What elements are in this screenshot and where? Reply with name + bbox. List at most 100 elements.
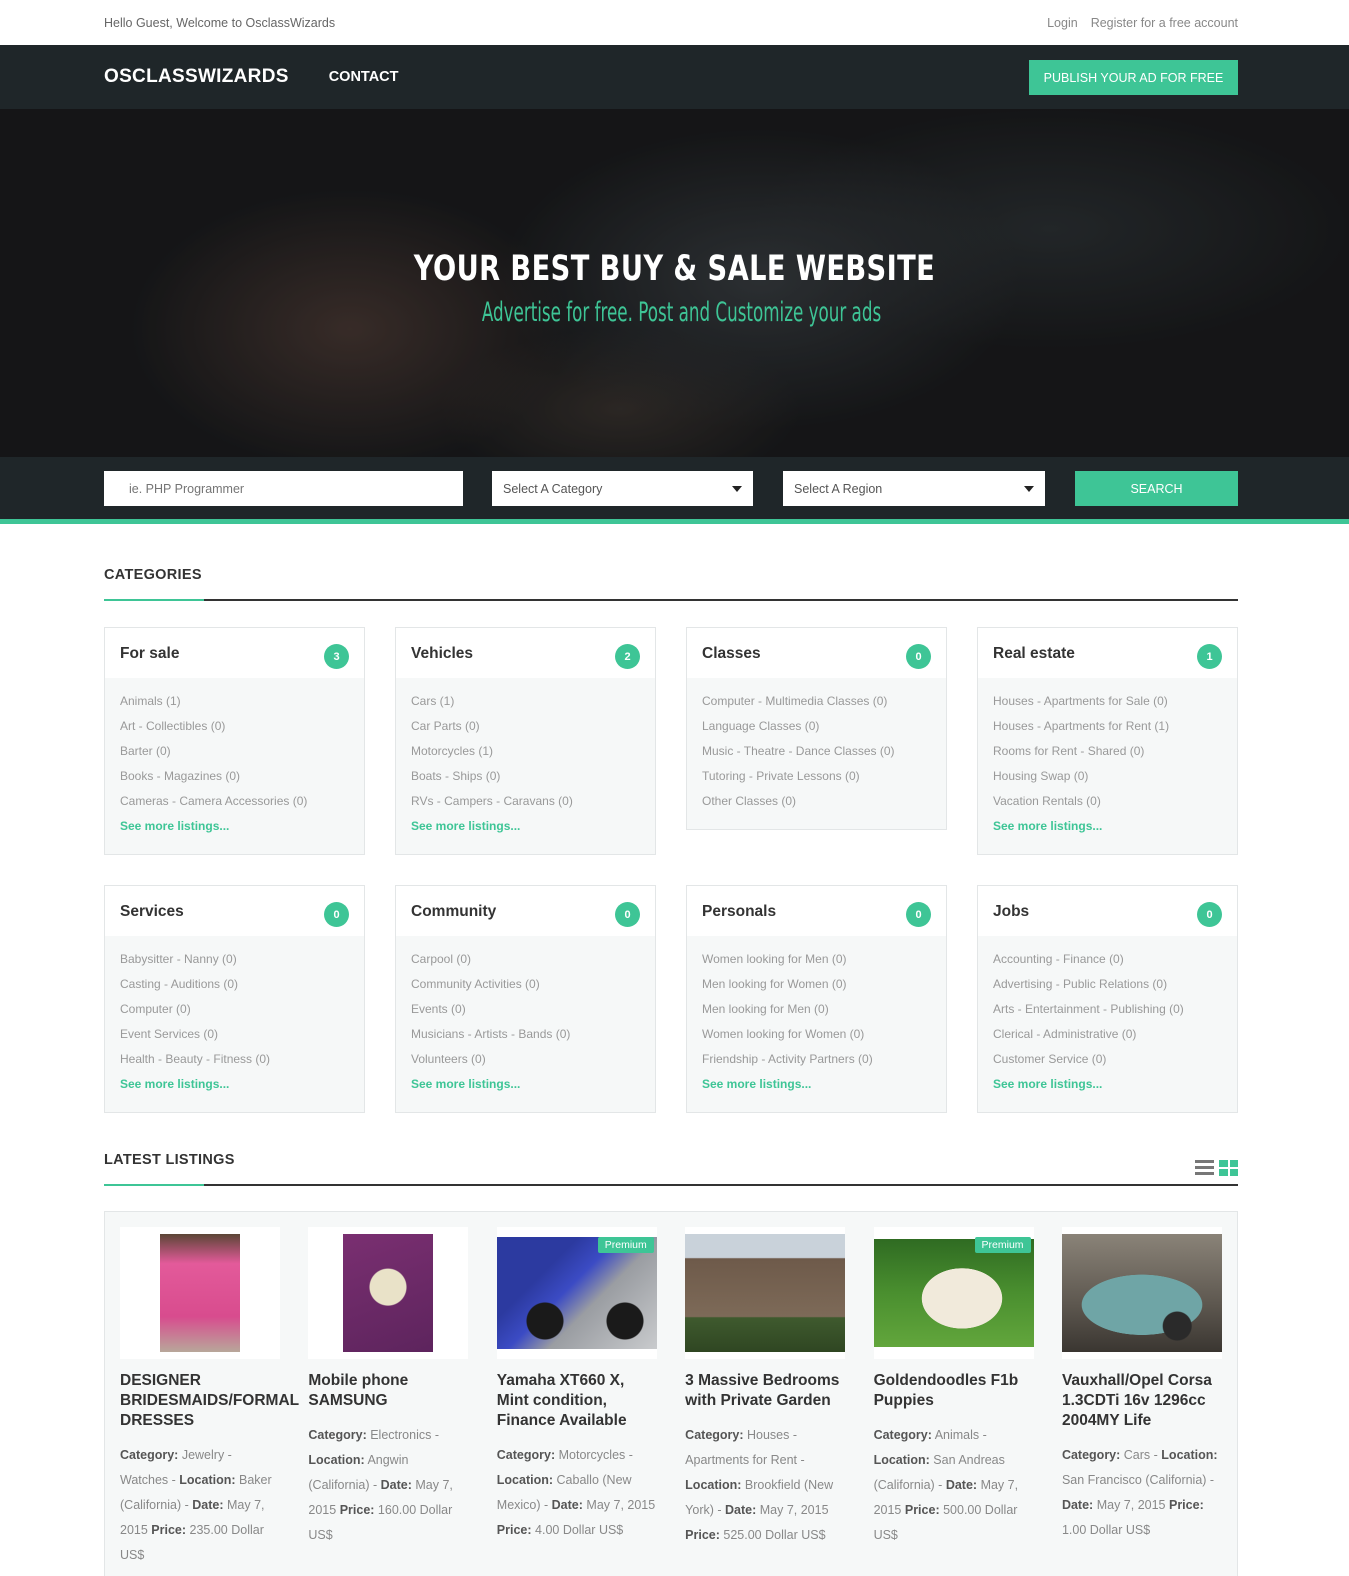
list-view-icon[interactable] <box>1195 1160 1214 1175</box>
listing-card[interactable]: Mobile phone SAMSUNG Category: Electronic… <box>308 1227 469 1576</box>
listing-title[interactable]: Goldendoodles F1b Puppies <box>874 1371 1034 1411</box>
subcategory-link[interactable]: Barter (0) <box>120 744 349 769</box>
subcategory-link[interactable]: Men looking for Men (0) <box>702 1002 931 1027</box>
subcategory-link[interactable]: Music - Theatre - Dance Classes (0) <box>702 744 931 769</box>
login-link[interactable]: Login <box>1047 16 1078 30</box>
subcategory-link[interactable]: Rooms for Rent - Shared (0) <box>993 744 1222 769</box>
see-more-link[interactable]: See more listings... <box>702 1077 931 1102</box>
listing-card[interactable]: Premium Goldendoodles F1b Puppies Category… <box>873 1227 1034 1576</box>
subcategory-link[interactable]: Motorcycles (1) <box>411 744 640 769</box>
main-navbar: OSCLASSWIZARDS CONTACT PUBLISH YOUR AD F… <box>0 45 1349 109</box>
category-card: Vehicles 2 Cars (1) Car Parts (0) Motorcycle… <box>395 627 656 855</box>
categories-heading: CATEGORIES <box>104 567 202 583</box>
subcategory-link[interactable]: Art - Collectibles (0) <box>120 719 349 744</box>
listing-title[interactable]: 3 Massive Bedrooms with Private Garden <box>685 1371 845 1411</box>
subcategory-link[interactable]: Customer Service (0) <box>993 1052 1222 1077</box>
grid-view-icon[interactable] <box>1219 1160 1238 1176</box>
listing-thumbnail[interactable] <box>120 1227 280 1359</box>
see-more-link[interactable]: See more listings... <box>993 1077 1222 1102</box>
register-link[interactable]: Register for a free account <box>1091 16 1238 30</box>
category-title[interactable]: Jobs <box>993 903 1029 921</box>
listing-card[interactable]: Vauxhall/Opel Corsa 1.3CDTi 16v 1296cc 2… <box>1061 1227 1222 1576</box>
category-card: Jobs 0 Accounting - Finance (0) Advertising… <box>977 885 1238 1113</box>
subcategory-link[interactable]: Arts - Entertainment - Publishing (0) <box>993 1002 1222 1027</box>
listing-card[interactable]: DESIGNER BRIDESMAIDS/FORMAL DRESSES Categ… <box>120 1227 299 1576</box>
subcategory-list: Carpool (0) Community Activities (0) Event… <box>396 936 655 1112</box>
publish-ad-button[interactable]: PUBLISH YOUR AD FOR FREE <box>1029 60 1238 95</box>
subcategory-list: Women looking for Men (0) Men looking for… <box>687 936 946 1112</box>
listing-title[interactable]: Mobile phone SAMSUNG <box>308 1371 468 1411</box>
subcategory-link[interactable]: Houses - Apartments for Sale (0) <box>993 694 1222 719</box>
listing-price: 1.00 Dollar US$ <box>1061 1523 1151 1537</box>
subcategory-link[interactable]: Housing Swap (0) <box>993 769 1222 794</box>
listing-meta: Category: Houses - Apartments for Rent -… <box>685 1428 834 1542</box>
subcategory-link[interactable]: Computer - Multimedia Classes (0) <box>702 694 931 719</box>
subcategory-link[interactable]: Cameras - Camera Accessories (0) <box>120 794 349 819</box>
listing-title[interactable]: Yamaha XT660 X, Mint condition, Finance … <box>497 1371 657 1431</box>
subcategory-link[interactable]: Musicians - Artists - Bands (0) <box>411 1027 640 1052</box>
listing-thumbnail[interactable] <box>1061 1227 1222 1359</box>
listing-card[interactable]: Premium Yamaha XT660 X, Mint condition, F… <box>496 1227 657 1576</box>
category-title[interactable]: Classes <box>702 645 761 663</box>
subcategory-link[interactable]: Language Classes (0) <box>702 719 931 744</box>
listing-thumbnail[interactable] <box>308 1227 469 1359</box>
category-title[interactable]: Personals <box>702 903 776 921</box>
listing-card[interactable]: 3 Massive Bedrooms with Private Garden Ca… <box>685 1227 846 1576</box>
subcategory-link[interactable]: Women looking for Women (0) <box>702 1027 931 1052</box>
category-card: For sale 3 Animals (1) Art - Collectibles (… <box>104 627 365 855</box>
subcategory-link[interactable]: Accounting - Finance (0) <box>993 952 1222 977</box>
subcategory-link[interactable]: Animals (1) <box>120 694 349 719</box>
category-select[interactable]: Select A Category <box>492 471 753 506</box>
subcategory-link[interactable]: Friendship - Activity Partners (0) <box>702 1052 931 1077</box>
subcategory-link[interactable]: Carpool (0) <box>411 952 640 977</box>
subcategory-link[interactable]: Community Activities (0) <box>411 977 640 1002</box>
subcategory-link[interactable]: Books - Magazines (0) <box>120 769 349 794</box>
subcategory-link[interactable]: Health - Beauty - Fitness (0) <box>120 1052 349 1077</box>
subcategory-link[interactable]: Computer (0) <box>120 1002 349 1027</box>
subcategory-link[interactable]: Houses - Apartments for Rent (1) <box>993 719 1222 744</box>
subcategory-link[interactable]: Clerical - Administrative (0) <box>993 1027 1222 1052</box>
subcategory-link[interactable]: Car Parts (0) <box>411 719 640 744</box>
subcategory-link[interactable]: Volunteers (0) <box>411 1052 640 1077</box>
subcategory-link[interactable]: Other Classes (0) <box>702 794 931 819</box>
listing-title[interactable]: DESIGNER BRIDESMAIDS/FORMAL DRESSES <box>120 1371 299 1431</box>
listing-thumbnail[interactable]: Premium <box>496 1227 657 1359</box>
listing-meta: Category: Electronics - Location: Angwin… <box>308 1428 453 1542</box>
subcategory-link[interactable]: Event Services (0) <box>120 1027 349 1052</box>
subcategory-link[interactable]: RVs - Campers - Caravans (0) <box>411 794 640 819</box>
category-title[interactable]: For sale <box>120 645 179 663</box>
nav-contact-link[interactable]: CONTACT <box>329 69 399 85</box>
listing-date-label: Date: <box>945 1478 978 1492</box>
subcategory-link[interactable]: Babysitter - Nanny (0) <box>120 952 349 977</box>
subcategory-link[interactable]: Boats - Ships (0) <box>411 769 640 794</box>
see-more-link[interactable]: See more listings... <box>120 1077 349 1102</box>
subcategory-link[interactable]: Cars (1) <box>411 694 640 719</box>
category-title[interactable]: Services <box>120 903 184 921</box>
search-button[interactable]: SEARCH <box>1075 471 1238 506</box>
listing-title[interactable]: Vauxhall/Opel Corsa 1.3CDTi 16v 1296cc 2… <box>1062 1371 1222 1431</box>
region-select[interactable]: Select A Region <box>783 471 1045 506</box>
subcategory-link[interactable]: Women looking for Men (0) <box>702 952 931 977</box>
category-title[interactable]: Vehicles <box>411 645 473 663</box>
category-count-badge: 2 <box>615 644 640 669</box>
see-more-link[interactable]: See more listings... <box>411 819 640 844</box>
category-card-header: Services 0 <box>105 886 364 936</box>
search-input[interactable] <box>104 471 463 506</box>
subcategory-link[interactable]: Advertising - Public Relations (0) <box>993 977 1222 1002</box>
see-more-link[interactable]: See more listings... <box>411 1077 640 1102</box>
category-title[interactable]: Real estate <box>993 645 1075 663</box>
category-title[interactable]: Community <box>411 903 496 921</box>
hero-title: YOUR BEST BUY & SALE WEBSITE <box>413 249 936 289</box>
see-more-link[interactable]: See more listings... <box>120 819 349 844</box>
listing-price: 525.00 Dollar US$ <box>723 1528 826 1542</box>
subcategory-link[interactable]: Vacation Rentals (0) <box>993 794 1222 819</box>
subcategory-link[interactable]: Men looking for Women (0) <box>702 977 931 1002</box>
listing-thumbnail[interactable]: Premium <box>873 1227 1034 1359</box>
subcategory-link[interactable]: Events (0) <box>411 1002 640 1027</box>
see-more-link[interactable]: See more listings... <box>993 819 1222 844</box>
subcategory-link[interactable]: Tutoring - Private Lessons (0) <box>702 769 931 794</box>
listing-thumbnail[interactable] <box>685 1227 846 1359</box>
listing-meta: Category: Motorcycles - Location: Caball… <box>496 1448 656 1537</box>
site-logo[interactable]: OSCLASSWIZARDS <box>104 66 289 88</box>
subcategory-link[interactable]: Casting - Auditions (0) <box>120 977 349 1002</box>
